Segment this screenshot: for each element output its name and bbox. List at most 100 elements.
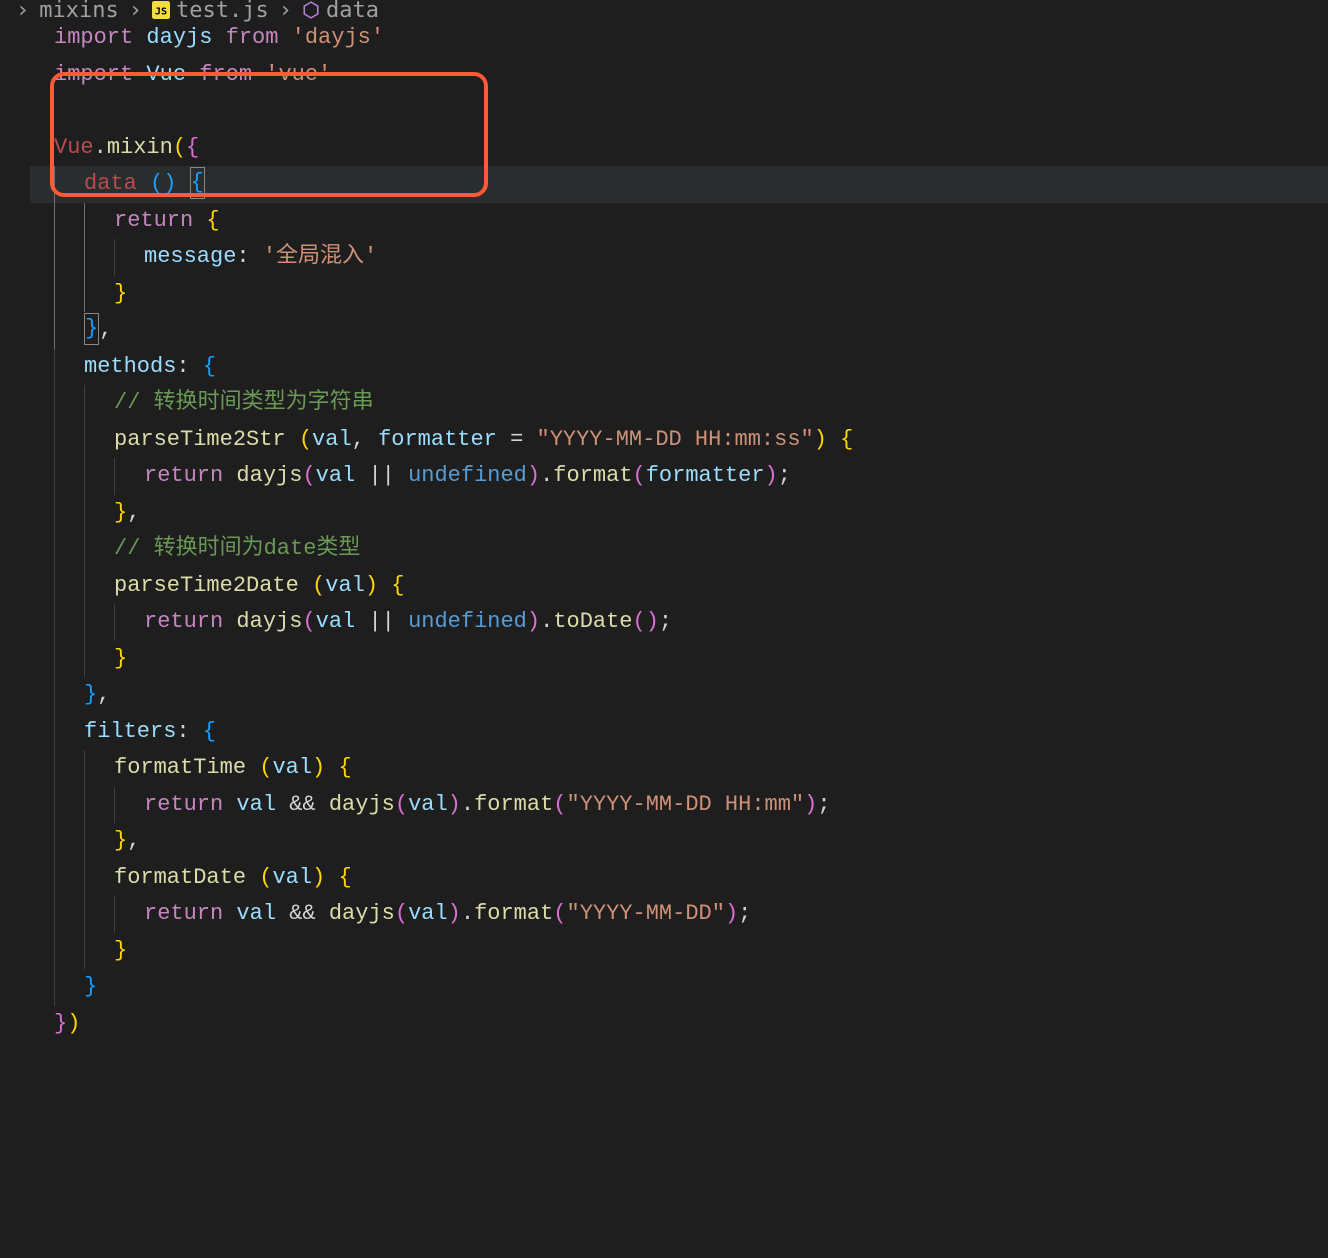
code-line[interactable]: // 转换时间为date类型 <box>30 531 1328 568</box>
code-token: filters <box>84 719 176 744</box>
code-line[interactable]: import dayjs from 'dayjs' <box>30 20 1328 57</box>
code-token: ( <box>259 865 272 890</box>
line-number <box>0 604 22 641</box>
code-token: ) <box>365 573 378 598</box>
code-token <box>316 792 329 817</box>
code-line[interactable]: }, <box>30 823 1328 860</box>
code-line[interactable]: // 转换时间类型为字符串 <box>30 385 1328 422</box>
code-token: } <box>114 281 127 306</box>
code-line[interactable]: return val && dayjs(val).format("YYYY-MM… <box>30 896 1328 933</box>
code-token: { <box>203 354 216 379</box>
code-token <box>827 427 840 452</box>
code-token <box>223 463 236 488</box>
code-line[interactable]: } <box>30 969 1328 1006</box>
code-token: data <box>84 171 137 196</box>
code-token: toDate <box>553 609 632 634</box>
code-line[interactable]: return val && dayjs(val).format("YYYY-MM… <box>30 787 1328 824</box>
line-number <box>0 239 22 276</box>
code-token: , <box>99 317 112 342</box>
line-number <box>0 823 22 860</box>
code-token: dayjs <box>146 25 212 50</box>
code-token: . <box>540 463 553 488</box>
code-line[interactable]: import Vue from 'vue' <box>30 57 1328 94</box>
code-token: ) <box>527 609 540 634</box>
line-number <box>0 93 22 130</box>
code-token <box>355 463 368 488</box>
code-token <box>223 792 236 817</box>
code-token: // 转换时间为date类型 <box>114 536 360 561</box>
line-number <box>0 714 22 751</box>
code-line[interactable]: parseTime2Str (val, formatter = "YYYY-MM… <box>30 422 1328 459</box>
code-token: . <box>461 792 474 817</box>
code-line[interactable]: message: '全局混入' <box>30 239 1328 276</box>
code-token: return <box>144 792 223 817</box>
line-number <box>0 349 22 386</box>
code-line[interactable]: }) <box>30 1006 1328 1043</box>
code-line[interactable]: } <box>30 641 1328 678</box>
code-line[interactable]: filters: { <box>30 714 1328 751</box>
code-token: "YYYY-MM-DD HH:mm:ss" <box>537 427 814 452</box>
breadcrumb[interactable]: › mixins › JS test.js › data <box>0 0 1328 20</box>
code-line[interactable]: methods: { <box>30 349 1328 386</box>
code-token: ) <box>312 865 325 890</box>
code-token: || <box>368 463 394 488</box>
line-number <box>0 933 22 970</box>
code-line[interactable]: parseTime2Date (val) { <box>30 568 1328 605</box>
code-token <box>276 792 289 817</box>
code-line[interactable]: formatDate (val) { <box>30 860 1328 897</box>
code-token: ( <box>259 755 272 780</box>
code-token: ) <box>163 171 176 196</box>
code-token <box>378 573 391 598</box>
code-line[interactable]: formatTime (val) { <box>30 750 1328 787</box>
code-line[interactable]: data () { <box>30 166 1328 203</box>
code-token: from <box>199 62 252 87</box>
code-line[interactable]: } <box>30 276 1328 313</box>
code-token: ) <box>804 792 817 817</box>
code-token: 'vue' <box>265 62 331 87</box>
code-token: : <box>236 244 262 269</box>
code-line[interactable]: }, <box>30 312 1328 349</box>
code-token: ) <box>312 755 325 780</box>
code-token: undefined <box>408 463 527 488</box>
code-token: } <box>114 646 127 671</box>
code-token <box>252 62 265 87</box>
code-token: || <box>368 609 394 634</box>
code-token <box>137 171 150 196</box>
code-line[interactable]: return dayjs(val || undefined).format(fo… <box>30 458 1328 495</box>
code-token: , <box>127 828 140 853</box>
code-line[interactable] <box>30 93 1328 130</box>
code-token <box>278 25 291 50</box>
code-line[interactable]: return dayjs(val || undefined).toDate(); <box>30 604 1328 641</box>
code-token <box>176 171 189 196</box>
code-token: return <box>144 901 223 926</box>
code-token: val <box>272 865 312 890</box>
code-line[interactable]: }, <box>30 677 1328 714</box>
code-token: ) <box>646 609 659 634</box>
code-token <box>286 427 299 452</box>
line-number <box>0 20 22 57</box>
code-token: , <box>97 682 110 707</box>
code-line[interactable]: Vue.mixin({ <box>30 130 1328 167</box>
code-token: , <box>352 427 378 452</box>
code-token: { <box>338 865 351 890</box>
code-line[interactable]: return { <box>30 203 1328 240</box>
line-number <box>0 896 22 933</box>
code-token: && <box>289 901 315 926</box>
code-token: from <box>226 25 279 50</box>
code-line[interactable]: } <box>30 933 1328 970</box>
code-token: val <box>316 463 356 488</box>
line-number <box>0 385 22 422</box>
code-token <box>133 62 146 87</box>
code-token: ( <box>150 171 163 196</box>
code-line[interactable]: }, <box>30 495 1328 532</box>
code-token: : <box>176 719 202 744</box>
code-token: message <box>144 244 236 269</box>
code-token: ; <box>817 792 830 817</box>
symbol-icon <box>302 1 320 19</box>
line-number <box>0 166 22 203</box>
code-token: { <box>338 755 351 780</box>
code-editor[interactable]: import dayjs from 'dayjs'import Vue from… <box>0 20 1328 1042</box>
code-area[interactable]: import dayjs from 'dayjs'import Vue from… <box>30 20 1328 1042</box>
code-token: , <box>127 500 140 525</box>
line-number <box>0 969 22 1006</box>
